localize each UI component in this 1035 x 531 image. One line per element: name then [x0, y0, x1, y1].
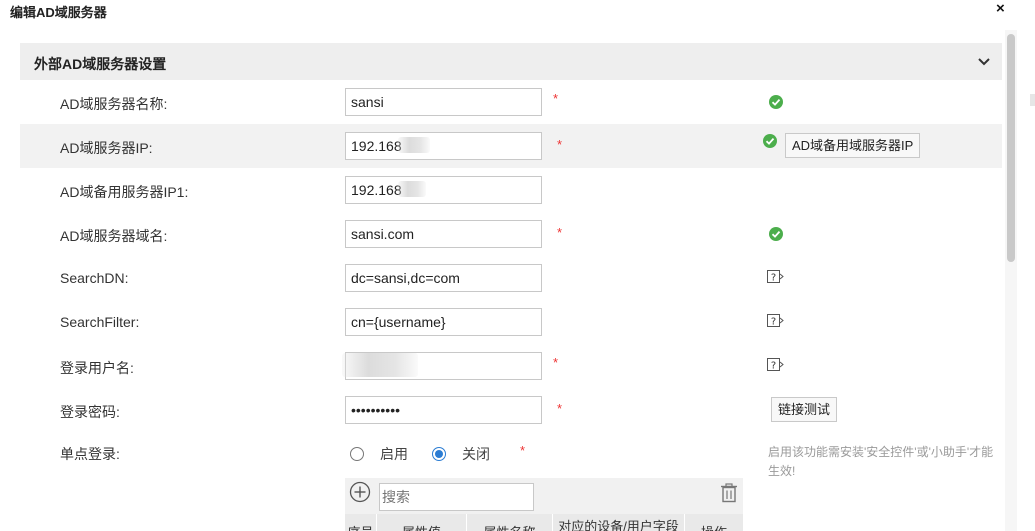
- required-mark: *: [553, 355, 559, 370]
- scrollbar-thumb[interactable]: [1007, 34, 1015, 262]
- chevron-down-icon[interactable]: [977, 55, 991, 69]
- search-dn-label: SearchDN:: [60, 270, 129, 286]
- field-row-search-dn: SearchDN: ?: [20, 256, 1002, 300]
- field-row-login-user: 登录用户名: * ?: [20, 344, 1002, 388]
- field-row-server-ip: AD域服务器IP: * AD域备用域服务器IP: [20, 124, 1002, 168]
- field-row-login-password: 登录密码: * 链接测试: [20, 388, 1002, 432]
- login-user-label: 登录用户名:: [60, 360, 134, 376]
- help-icon[interactable]: ?: [767, 314, 785, 328]
- server-name-input[interactable]: [345, 88, 542, 116]
- check-circle-icon: [769, 227, 783, 241]
- backup-ip1-input[interactable]: [345, 176, 542, 204]
- required-mark: *: [557, 225, 563, 240]
- required-mark: *: [557, 137, 563, 152]
- server-ip-label: AD域服务器IP:: [60, 140, 153, 156]
- search-filter-input[interactable]: [345, 308, 542, 336]
- redacted-ip: [398, 181, 426, 197]
- trash-icon[interactable]: [720, 483, 738, 503]
- sso-note: 启用该功能需安装'安全控件'或'小助手'才能生效!: [768, 445, 994, 478]
- redacted-username: [342, 353, 418, 377]
- sso-disable-label[interactable]: 关闭: [462, 444, 490, 464]
- required-mark: *: [557, 401, 563, 416]
- domain-label: AD域服务器域名:: [60, 228, 168, 244]
- svg-text:?: ?: [771, 317, 776, 328]
- table-header-attr-name: 属性名称: [467, 514, 553, 531]
- sso-enable-label[interactable]: 启用: [380, 444, 408, 464]
- svg-text:?: ?: [771, 361, 776, 372]
- help-icon[interactable]: ?: [767, 270, 785, 284]
- field-row-backup-ip1: AD域备用服务器IP1:: [20, 168, 1002, 212]
- search-filter-label: SearchFilter:: [60, 314, 140, 330]
- close-icon[interactable]: ×: [996, 0, 1005, 17]
- table-header-index: 序号: [345, 514, 377, 531]
- sso-label: 单点登录:: [60, 446, 120, 462]
- table-header: 序号 属性值 属性名称 对应的设备/用户字段 操作: [345, 514, 743, 531]
- backup-ip1-label: AD域备用服务器IP1:: [60, 184, 189, 200]
- search-dn-input[interactable]: [345, 264, 542, 292]
- login-password-input[interactable]: [345, 396, 542, 424]
- domain-input[interactable]: [345, 220, 542, 248]
- check-circle-icon: [763, 134, 777, 148]
- server-name-label: AD域服务器名称:: [60, 96, 168, 112]
- field-row-domain: AD域服务器域名: *: [20, 212, 1002, 256]
- dialog-title: 编辑AD域服务器: [10, 5, 107, 20]
- svg-text:?: ?: [771, 273, 776, 284]
- server-ip-input[interactable]: [345, 132, 542, 160]
- table-header-device-field: 对应的设备/用户字段: [553, 514, 685, 531]
- field-row-search-filter: SearchFilter: ?: [20, 300, 1002, 344]
- field-row-server-name: AD域服务器名称: *: [20, 80, 1002, 124]
- required-mark: *: [553, 91, 559, 106]
- edge-divider: [1030, 94, 1035, 106]
- section-title: 外部AD域服务器设置: [34, 56, 167, 72]
- section-header[interactable]: 外部AD域服务器设置: [20, 43, 1002, 80]
- table-toolbar: [345, 478, 743, 514]
- required-mark: *: [520, 443, 526, 458]
- table-header-attr-value: 属性值: [377, 514, 467, 531]
- table-header-actions: 操作: [685, 514, 743, 531]
- redacted-ip: [398, 137, 430, 153]
- link-test-button[interactable]: 链接测试: [771, 397, 838, 422]
- plus-circle-icon[interactable]: [349, 481, 371, 503]
- help-icon[interactable]: ?: [767, 358, 785, 372]
- sso-disable-radio[interactable]: [432, 447, 446, 461]
- sso-enable-radio[interactable]: [350, 447, 364, 461]
- table-search-input[interactable]: [379, 483, 534, 511]
- login-password-label: 登录密码:: [60, 404, 120, 420]
- backup-server-ip-button[interactable]: AD域备用域服务器IP: [785, 133, 921, 158]
- check-circle-icon: [769, 95, 783, 109]
